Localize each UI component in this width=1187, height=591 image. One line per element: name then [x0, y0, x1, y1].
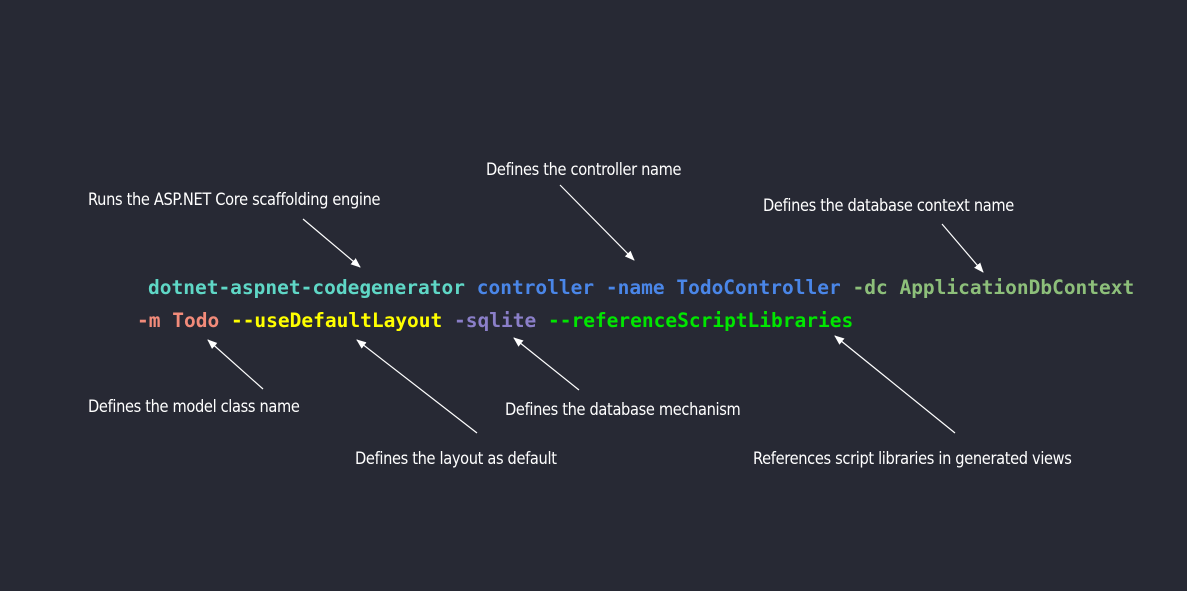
arrow-model-class-name — [207, 339, 264, 390]
arrows-layer — [207, 184, 984, 434]
arrow-controller-name — [559, 184, 635, 261]
arrow-layout-default — [356, 339, 478, 434]
arrow-script-libraries — [834, 335, 956, 434]
arrow-scaffolding-engine — [302, 218, 361, 268]
arrow-db-context-name — [941, 223, 984, 273]
arrow-database-mechanism — [513, 337, 580, 391]
